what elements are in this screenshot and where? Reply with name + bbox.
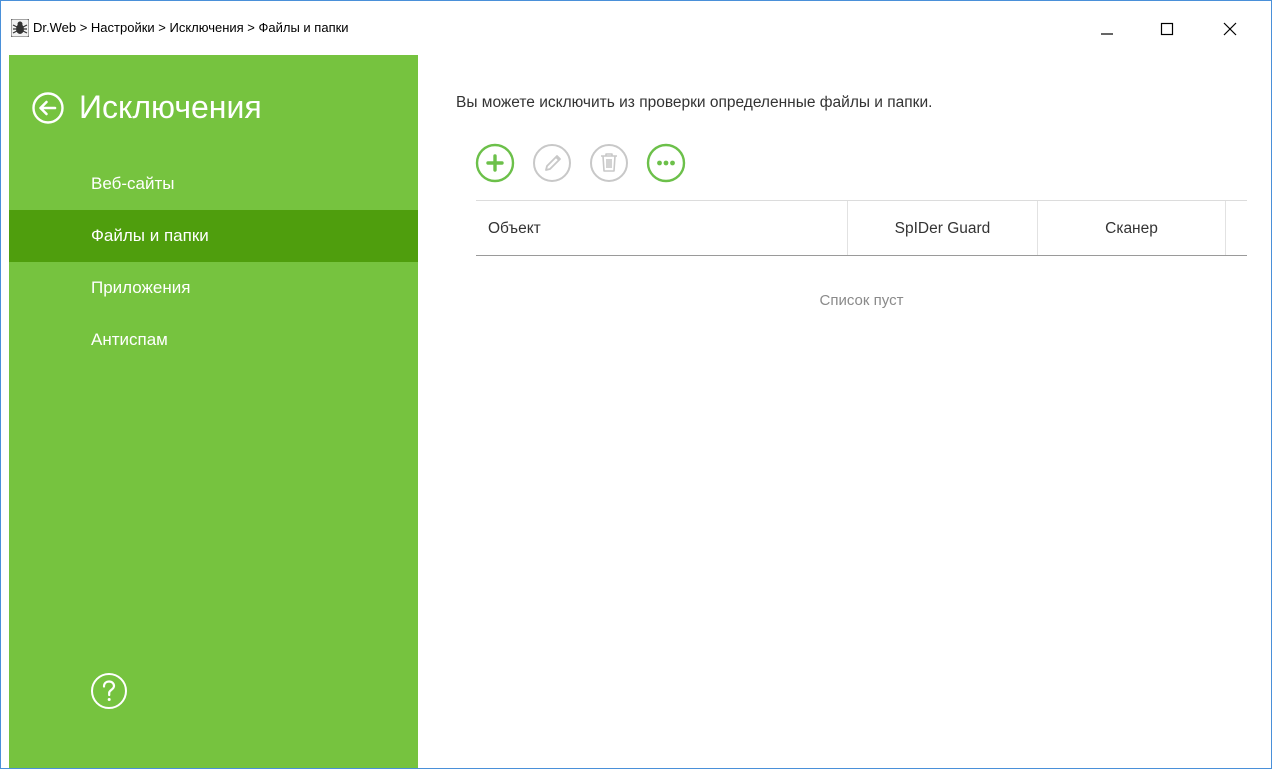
sidebar: Исключения Веб-сайты Файлы и папки Прило… <box>9 55 418 768</box>
sidebar-header: Исключения <box>31 89 262 126</box>
toolbar <box>475 143 703 183</box>
minimize-icon <box>1101 33 1113 35</box>
more-icon[interactable] <box>646 143 686 183</box>
sidebar-item-websites[interactable]: Веб-сайты <box>9 158 418 210</box>
help-icon[interactable] <box>89 671 129 711</box>
close-icon <box>1223 22 1237 36</box>
sidebar-item-files-folders[interactable]: Файлы и папки <box>9 210 418 262</box>
page-description: Вы можете исключить из проверки определе… <box>456 94 933 111</box>
delete-icon[interactable] <box>589 143 629 183</box>
sidebar-item-applications[interactable]: Приложения <box>9 262 418 314</box>
sidebar-nav: Веб-сайты Файлы и папки Приложения Антис… <box>9 158 418 366</box>
column-header-object[interactable]: Объект <box>488 201 541 255</box>
sidebar-title: Исключения <box>79 89 262 125</box>
column-header-scanner[interactable]: Сканер <box>1037 201 1226 255</box>
add-icon[interactable] <box>475 143 515 183</box>
column-header-spider-guard[interactable]: SpIDer Guard <box>847 201 1037 255</box>
back-arrow-icon[interactable] <box>31 91 65 125</box>
empty-list-message: Список пуст <box>819 292 904 309</box>
edit-icon[interactable] <box>532 143 572 183</box>
title-bar: Dr.Web > Настройки > Исключения > Файлы … <box>1 1 1271 55</box>
exclusions-table: Объект SpIDer Guard Сканер Список пуст <box>476 200 1247 309</box>
table-header: Объект SpIDer Guard Сканер <box>476 200 1247 256</box>
maximize-button[interactable] <box>1144 9 1190 49</box>
minimize-button[interactable] <box>1084 9 1130 49</box>
window-title: Dr.Web > Настройки > Исключения > Файлы … <box>33 20 349 35</box>
maximize-icon <box>1160 22 1174 36</box>
sidebar-item-antispam[interactable]: Антиспам <box>9 314 418 366</box>
close-button[interactable] <box>1207 9 1253 49</box>
app-window: Dr.Web > Настройки > Исключения > Файлы … <box>0 0 1272 769</box>
main-content: Вы можете исключить из проверки определе… <box>418 55 1271 768</box>
drweb-logo-icon <box>11 19 29 37</box>
